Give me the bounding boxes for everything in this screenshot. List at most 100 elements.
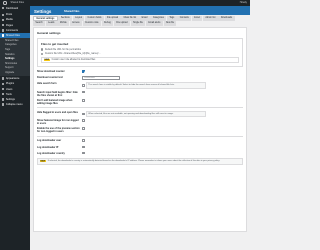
tab[interactable]: Mobile (57, 21, 70, 26)
section-title: General settings (37, 31, 61, 36)
tab[interactable]: Layout (72, 16, 85, 21)
setting-label: Show featured image for non-logged in us… (37, 119, 79, 126)
setting-checkbox[interactable] (82, 84, 85, 87)
setting-checkbox[interactable] (82, 145, 85, 149)
tab[interactable]: Search (33, 21, 46, 26)
setting-checkbox[interactable] (82, 90, 85, 94)
setting-row: Don't add featured image when adding ima… (37, 98, 243, 105)
comment-icon (2, 29, 5, 32)
sidebar-item-label: Dashboard (5, 6, 19, 10)
plugin-icon (2, 82, 5, 86)
app-title: Shared Files (64, 9, 80, 13)
radio-button[interactable] (41, 52, 44, 56)
info-text: Custom user role allowed to download fil… (51, 59, 96, 62)
setting-checkbox[interactable] (82, 112, 85, 116)
tab[interactable]: Downloads (218, 16, 235, 21)
setting-description: When selected, files are not available, … (86, 110, 207, 118)
tab[interactable]: Access (69, 21, 82, 26)
settings-panel: General settings Files to get inserted D… (33, 27, 247, 233)
admin-sidebar: Dashboard Posts Media Pages Comments Sha… (0, 5, 30, 250)
setting-row: Hide search form The search form is visi… (37, 82, 243, 89)
settings-tabs: General settings Sections Layout Custom … (33, 16, 247, 26)
collapse-icon (2, 103, 5, 106)
tab[interactable]: Leads (45, 21, 57, 26)
main-area: Settings Shared Files General settings S… (30, 5, 250, 250)
setting-checkbox[interactable] (82, 98, 85, 102)
page-header: Settings (30, 5, 250, 15)
setting-row: Search input field begins filter: hide t… (37, 90, 243, 97)
tab[interactable]: Single file (130, 21, 146, 26)
tab[interactable]: Email (139, 16, 150, 21)
page-icon (2, 23, 5, 27)
tab[interactable]: Sections (58, 16, 73, 21)
setting-label: Hide search form (37, 82, 57, 86)
setting-row: Show download counter (37, 69, 243, 74)
setting-row: Log downloader IP (37, 145, 243, 150)
setting-row: Log downloader user (37, 139, 243, 143)
pin-icon (2, 13, 5, 16)
wordpress-logo-icon[interactable] (3, 1, 7, 5)
file-url-option-custom[interactable]: Custom file URL: /shared-files/{file_id}… (41, 52, 239, 55)
setting-label: Enable the use of the preview section fo… (37, 127, 80, 134)
note-text: If selected, the downloader's country is… (47, 160, 220, 163)
tab[interactable]: Admin list (202, 16, 218, 21)
sidebar-item-label: Comments (5, 28, 18, 32)
tab[interactable]: Tags (167, 16, 177, 21)
wrench-icon (2, 93, 5, 96)
setting-label: Search input field begins filter: hide t… (37, 90, 78, 97)
tab[interactable]: Custom fields (85, 16, 104, 21)
setting-checkbox[interactable] (82, 151, 85, 155)
sidebar-item-label: Media (5, 18, 13, 22)
settings-icon (2, 98, 5, 101)
setting-row: Show featured image for non-logged in us… (37, 119, 243, 125)
info-row: NEW Custom user role allowed to download… (41, 56, 239, 64)
tab[interactable]: Email alerts (146, 21, 163, 26)
admin-bar-site[interactable]: Shared Files (11, 1, 24, 4)
setting-checkbox[interactable] (82, 69, 85, 73)
sidebar-item-label: Appearance (5, 77, 20, 81)
tab[interactable]: Contacts (177, 16, 192, 21)
divider (37, 107, 243, 109)
file-url-option-default[interactable]: Default file URL for file permalinks (41, 48, 239, 51)
new-badge: NEW (43, 58, 51, 62)
setting-label: Log downloader country (37, 151, 65, 155)
tab[interactable]: File upload (113, 21, 130, 26)
setting-checkbox[interactable] (82, 127, 85, 131)
setting-checkbox[interactable] (82, 119, 85, 122)
sidebar-item-label: Plugins (5, 82, 15, 86)
tab[interactable]: Custom code (82, 21, 101, 26)
sidebar-item-label: Settings (5, 97, 15, 101)
setting-row: Hide flagged in users and open files Whe… (37, 110, 243, 118)
tab[interactable]: New file (163, 21, 177, 26)
tab[interactable]: Categories (150, 16, 167, 21)
option-label: Default file URL for file permalinks (44, 47, 81, 51)
user-icon (2, 87, 5, 91)
new-badge: NEW (39, 159, 47, 163)
media-icon (2, 18, 5, 22)
sidebar-item-label: Pages (5, 23, 13, 27)
submenu-item[interactable]: Upgrade (0, 71, 30, 76)
tab[interactable]: Excel (191, 16, 203, 21)
file-url-box: Files to get inserted Default file URL f… (37, 38, 243, 67)
setting-row: Log downloader country (37, 151, 243, 156)
tab[interactable]: File upload (104, 16, 121, 21)
file-url-heading: Files to get inserted (41, 41, 69, 46)
setting-description: The search form is visible by default. S… (86, 82, 207, 89)
setting-label: Show download counter (37, 69, 65, 73)
setting-row: Download counter text Downloads (37, 76, 243, 80)
setting-label: Don't add featured image when adding ima… (37, 98, 73, 105)
tab[interactable]: Mass file list (121, 16, 139, 21)
tab-general[interactable]: General settings (33, 16, 58, 21)
setting-label: Log downloader user (37, 139, 62, 143)
tab[interactable]: Debug (101, 21, 114, 26)
setting-row: Enable the use of the preview section fo… (37, 127, 243, 133)
sidebar-collapse[interactable]: Collapse menu (0, 102, 30, 107)
sidebar-item-label: Tools (5, 92, 12, 96)
admin-bar-account[interactable]: Howdy (240, 1, 247, 4)
radio-button[interactable] (41, 48, 44, 51)
setting-label: Download counter text (37, 76, 63, 80)
download-counter-text-input[interactable]: Downloads (82, 76, 120, 80)
setting-label: Hide flagged in users and open files (37, 110, 78, 114)
setting-checkbox[interactable] (82, 139, 85, 143)
sidebar-item-label: Shared Files (5, 34, 20, 38)
